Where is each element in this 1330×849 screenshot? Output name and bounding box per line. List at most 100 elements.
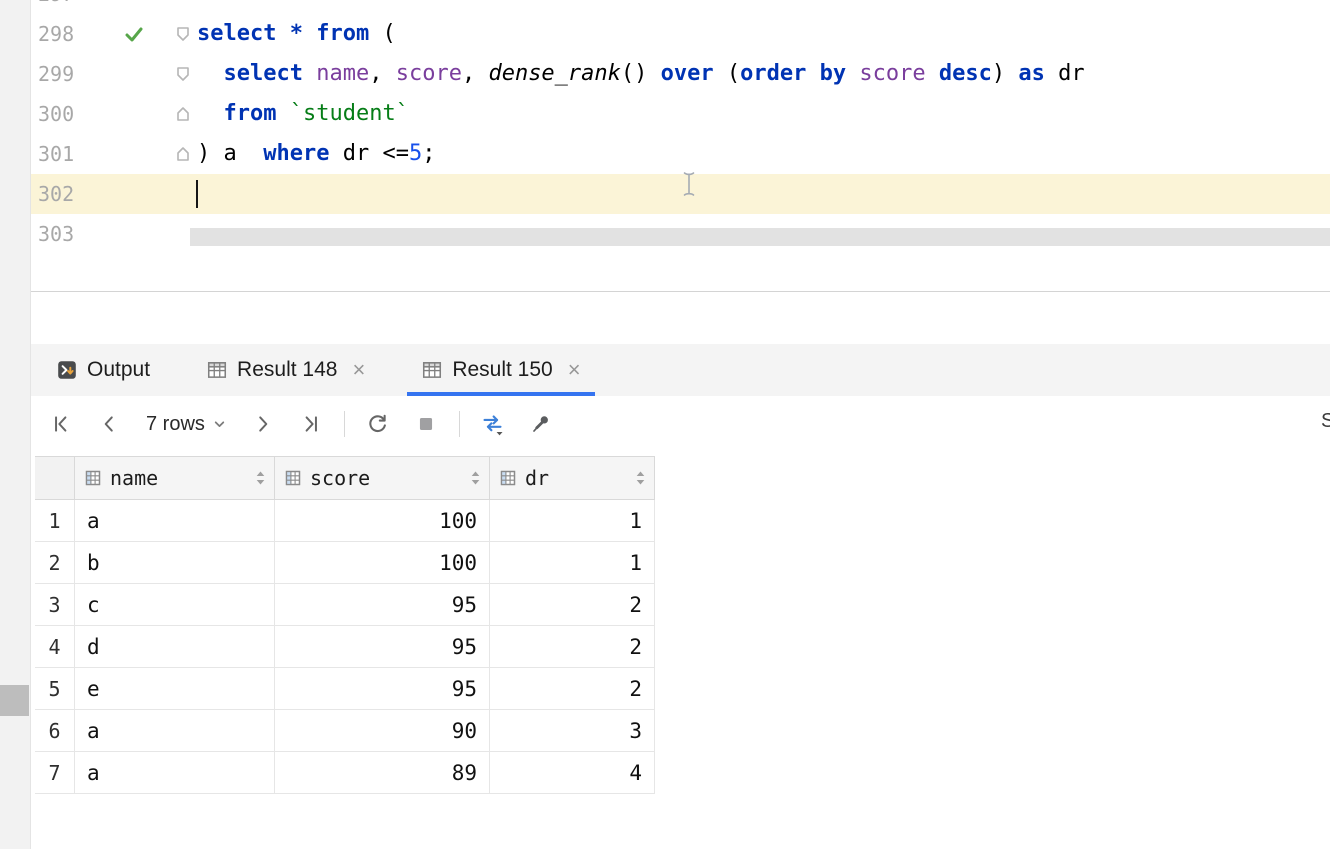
code-token: where <box>263 141 329 166</box>
editor-line[interactable]: 301) a where dr <=5; <box>30 134 1330 174</box>
row-number: 7 <box>35 752 75 794</box>
cell-name[interactable]: c <box>75 584 275 626</box>
next-page-icon <box>252 413 274 435</box>
editor-hscrollbar[interactable] <box>190 228 1330 246</box>
page-size-dropdown[interactable]: 7 rows <box>142 413 230 436</box>
code-token: from <box>316 21 369 46</box>
left-tool-strip <box>0 0 31 849</box>
reload-icon <box>366 413 389 436</box>
line-number: 297 <box>38 0 74 14</box>
tab-label: Result 150 <box>452 358 552 382</box>
corner-cell[interactable] <box>35 456 75 500</box>
column-icon <box>285 470 301 486</box>
row-number: 1 <box>35 500 75 542</box>
cell-dr[interactable]: 1 <box>490 500 655 542</box>
cell-score[interactable]: 95 <box>275 626 490 668</box>
code-token: score <box>396 61 462 86</box>
code-token: `student` <box>290 101 409 126</box>
code-token: from <box>224 101 277 126</box>
cell-name[interactable]: d <box>75 626 275 668</box>
table-row[interactable]: 2b1001 <box>35 542 655 584</box>
sort-icon[interactable] <box>470 470 481 486</box>
next-page-button[interactable] <box>248 409 278 439</box>
compare-data-icon <box>480 412 505 437</box>
close-icon[interactable]: × <box>568 359 581 381</box>
table-row[interactable]: 1a1001 <box>35 500 655 542</box>
editor-line[interactable]: 299 select name, score, dense_rank() ove… <box>30 54 1330 94</box>
cell-score[interactable]: 100 <box>275 500 490 542</box>
cell-score[interactable]: 95 <box>275 668 490 710</box>
stop-button[interactable] <box>411 409 441 439</box>
first-page-icon <box>50 413 72 435</box>
editor-line[interactable]: 297 <box>30 0 1330 14</box>
cell-score[interactable]: 89 <box>275 752 490 794</box>
cell-name[interactable]: a <box>75 500 275 542</box>
editor-line[interactable]: 300 from `student` <box>30 94 1330 134</box>
cell-dr[interactable]: 2 <box>490 626 655 668</box>
pin-tab-button[interactable] <box>526 409 556 439</box>
column-label: dr <box>525 466 549 490</box>
code-token <box>303 61 316 86</box>
cell-dr[interactable]: 4 <box>490 752 655 794</box>
cell-dr[interactable]: 1 <box>490 542 655 584</box>
reload-button[interactable] <box>363 409 393 439</box>
table-row[interactable]: 5e952 <box>35 668 655 710</box>
cell-dr[interactable]: 3 <box>490 710 655 752</box>
table-row[interactable]: 4d952 <box>35 626 655 668</box>
tab-result-150[interactable]: Result 150 × <box>407 344 594 396</box>
column-icon <box>500 470 516 486</box>
fold-marker-icon[interactable] <box>175 146 191 162</box>
tab-label: Result 148 <box>237 358 337 382</box>
last-page-button[interactable] <box>296 409 326 439</box>
tab-result-148[interactable]: Result 148 × <box>192 344 379 396</box>
toolbar-separator <box>344 411 345 437</box>
row-number: 2 <box>35 542 75 584</box>
fold-marker-icon[interactable] <box>175 26 191 42</box>
cell-dr[interactable]: 2 <box>490 584 655 626</box>
column-header-score[interactable]: score <box>275 456 490 500</box>
cell-score[interactable]: 90 <box>275 710 490 752</box>
code-token: select <box>224 61 303 86</box>
results-panel: Output Result 148 × Result 150 × <box>0 292 1330 849</box>
code-token: 5 <box>409 141 422 166</box>
cell-name[interactable]: a <box>75 710 275 752</box>
editor-line[interactable]: 298select * from ( <box>30 14 1330 54</box>
code-token: ( <box>714 61 741 86</box>
fold-marker-icon[interactable] <box>175 66 191 82</box>
column-label: score <box>310 466 370 490</box>
tab-output[interactable]: Output <box>42 344 164 396</box>
grid-toolbar: 7 rows <box>0 396 1330 452</box>
code-token <box>197 61 224 86</box>
cell-score[interactable]: 100 <box>275 542 490 584</box>
grid-body: 1a10012b10013c9524d9525e9526a9037a894 <box>35 500 655 794</box>
code-token: , <box>369 61 396 86</box>
table-row[interactable]: 6a903 <box>35 710 655 752</box>
code-token: desc <box>939 61 992 86</box>
cell-dr[interactable]: 2 <box>490 668 655 710</box>
stop-icon <box>415 413 437 435</box>
column-header-dr[interactable]: dr <box>490 456 655 500</box>
column-header-name[interactable]: name <box>75 456 275 500</box>
previous-page-icon <box>98 413 120 435</box>
code-token: as <box>1018 61 1045 86</box>
table-row[interactable]: 7a894 <box>35 752 655 794</box>
cell-score[interactable]: 95 <box>275 584 490 626</box>
code-token: () <box>621 61 661 86</box>
first-page-button[interactable] <box>46 409 76 439</box>
cell-name[interactable]: a <box>75 752 275 794</box>
table-row[interactable]: 3c952 <box>35 584 655 626</box>
fold-marker-icon[interactable] <box>175 106 191 122</box>
compare-data-button[interactable] <box>478 409 508 439</box>
cell-name[interactable]: b <box>75 542 275 584</box>
close-icon[interactable]: × <box>352 359 365 381</box>
cell-name[interactable]: e <box>75 668 275 710</box>
line-number: 303 <box>38 214 74 246</box>
code-token: * <box>290 21 303 46</box>
sort-icon[interactable] <box>635 470 646 486</box>
previous-page-button[interactable] <box>94 409 124 439</box>
left-strip-marker[interactable] <box>0 685 29 716</box>
sql-editor[interactable]: 297298select * from (299 select name, sc… <box>30 0 1330 246</box>
row-number: 4 <box>35 626 75 668</box>
code-token <box>846 61 859 86</box>
sort-icon[interactable] <box>255 470 266 486</box>
